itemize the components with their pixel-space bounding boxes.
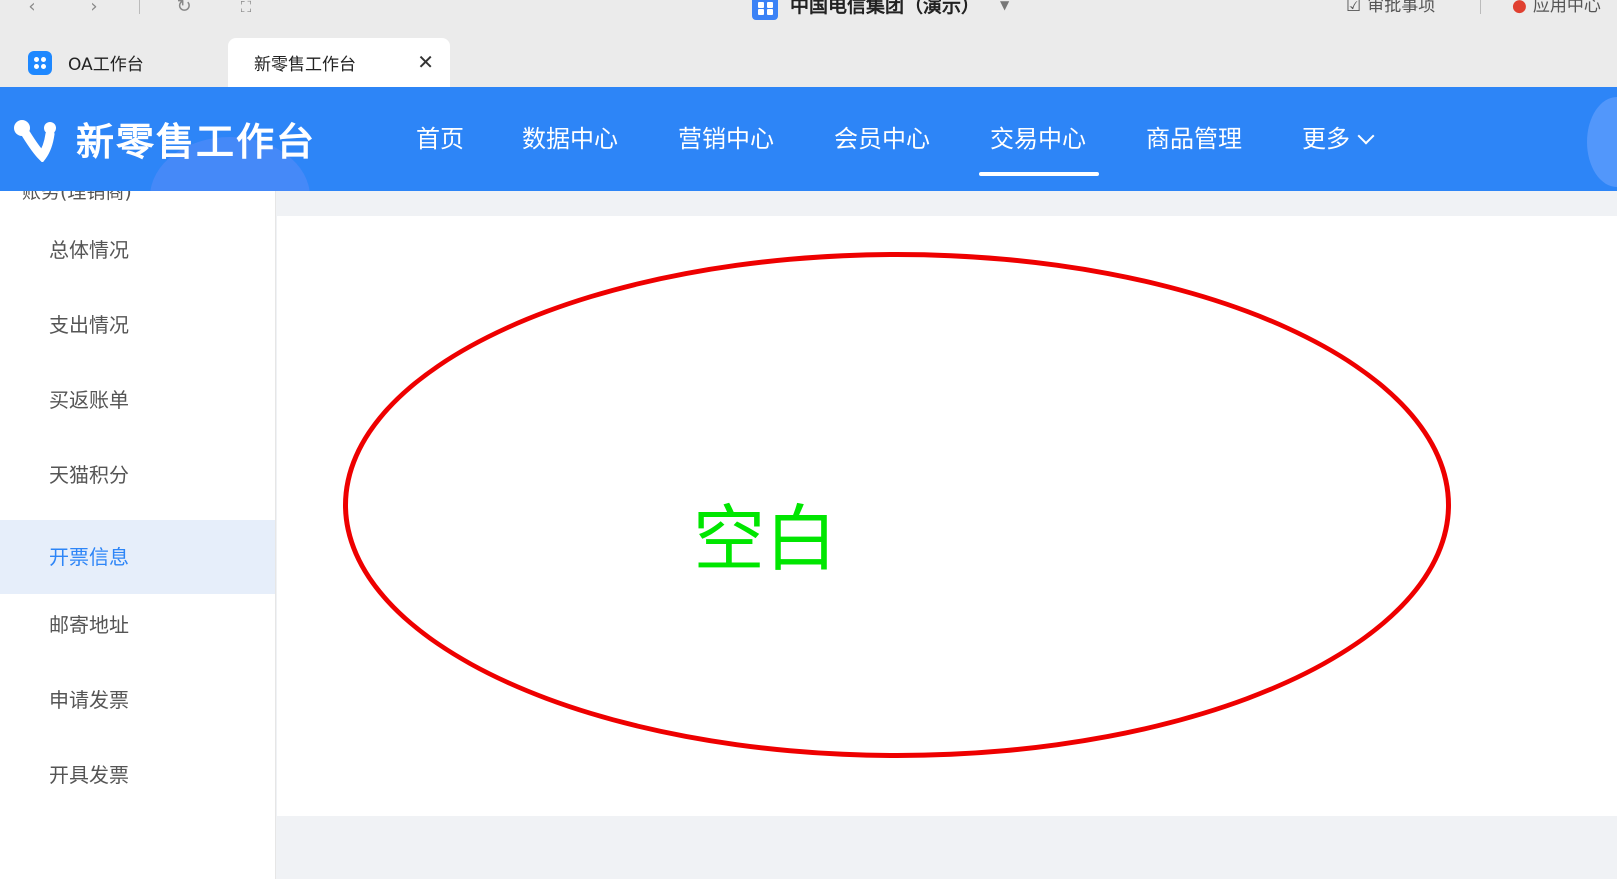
toolbar-divider [139, 0, 140, 14]
title-bar: ‹ › ↻ ⛶ 中国电信集团（演示） ▼ ☑ 审批事项 ● 应用中心 [0, 0, 1617, 32]
app-header: 新零售工作台 首页 数据中心 营销中心 会员中心 交易中心 商品管理 更多 [0, 87, 1617, 191]
refresh-icon[interactable]: ↻ [170, 0, 198, 20]
forward-arrow-icon[interactable]: › [80, 0, 108, 20]
tab-strip: OA工作台 新零售工作台 ✕ [0, 38, 1617, 87]
sidebar-group-title: 账务(理销商) [22, 191, 132, 203]
sidebar-item-invoice-info[interactable]: 开票信息 [0, 520, 275, 594]
sidebar: 账务(理销商) 总体情况 支出情况 买返账单 天猫积分 开票信息 邮寄地址 申请… [0, 191, 276, 879]
app-center-icon: ● [1512, 0, 1527, 16]
sidebar-item-tmall-points[interactable]: 天猫积分 [0, 438, 275, 512]
close-icon[interactable]: ✕ [417, 50, 434, 74]
window-title-area[interactable]: 中国电信集团（演示） ▼ [752, 0, 1009, 20]
annotation-ellipse [343, 252, 1451, 758]
nav-more[interactable]: 更多 [1302, 119, 1375, 154]
sidebar-item-overview[interactable]: 总体情况 [0, 213, 275, 287]
fullscreen-icon[interactable]: ⛶ [232, 0, 260, 20]
tab-oa-label: OA工作台 [68, 55, 144, 75]
nav-member-center[interactable]: 会员中心 [834, 119, 930, 154]
chrome-divider [1480, 0, 1481, 14]
approval-check-icon: ☑ [1346, 0, 1362, 16]
chevron-down-icon [1357, 127, 1375, 145]
nav-home[interactable]: 首页 [416, 119, 464, 154]
app-grid-icon [752, 0, 778, 20]
app-center-link[interactable]: ● 应用中心 [1512, 0, 1601, 16]
tab-new-retail[interactable]: 新零售工作台 ✕ [228, 38, 450, 87]
back-arrow-icon[interactable]: ‹ [18, 0, 46, 20]
app-center-label: 应用中心 [1532, 0, 1601, 16]
sidebar-item-issue-invoice[interactable]: 开具发票 [0, 738, 275, 812]
nav-product-management[interactable]: 商品管理 [1146, 119, 1242, 154]
oa-app-icon [28, 50, 52, 75]
approval-link[interactable]: ☑ 审批事项 [1346, 0, 1436, 16]
caret-down-icon[interactable]: ▼ [1000, 0, 1009, 11]
nav-trade-center[interactable]: 交易中心 [990, 119, 1086, 154]
tab-oa[interactable]: OA工作台 [28, 38, 218, 87]
tab-new-retail-label: 新零售工作台 [254, 55, 356, 75]
sidebar-item-expense[interactable]: 支出情况 [0, 288, 275, 362]
sidebar-item-apply-invoice[interactable]: 申请发票 [0, 663, 275, 737]
window-title: 中国电信集团（演示） [790, 0, 981, 17]
annotation-blank-text: 空白 [693, 497, 838, 581]
active-nav-underline [979, 172, 1099, 176]
nav-marketing-center[interactable]: 营销中心 [678, 119, 774, 154]
approval-label: 审批事项 [1367, 0, 1436, 16]
top-navigation: 首页 数据中心 营销中心 会员中心 交易中心 商品管理 更多 [0, 87, 1617, 191]
nav-data-center[interactable]: 数据中心 [522, 119, 618, 154]
nav-more-label: 更多 [1302, 125, 1350, 153]
sidebar-item-rebate-bill[interactable]: 买返账单 [0, 363, 275, 437]
browser-chrome: ‹ › ↻ ⛶ 中国电信集团（演示） ▼ ☑ 审批事项 ● 应用中心 OA工作台… [0, 0, 1617, 87]
sidebar-item-mailing-address[interactable]: 邮寄地址 [0, 588, 275, 662]
